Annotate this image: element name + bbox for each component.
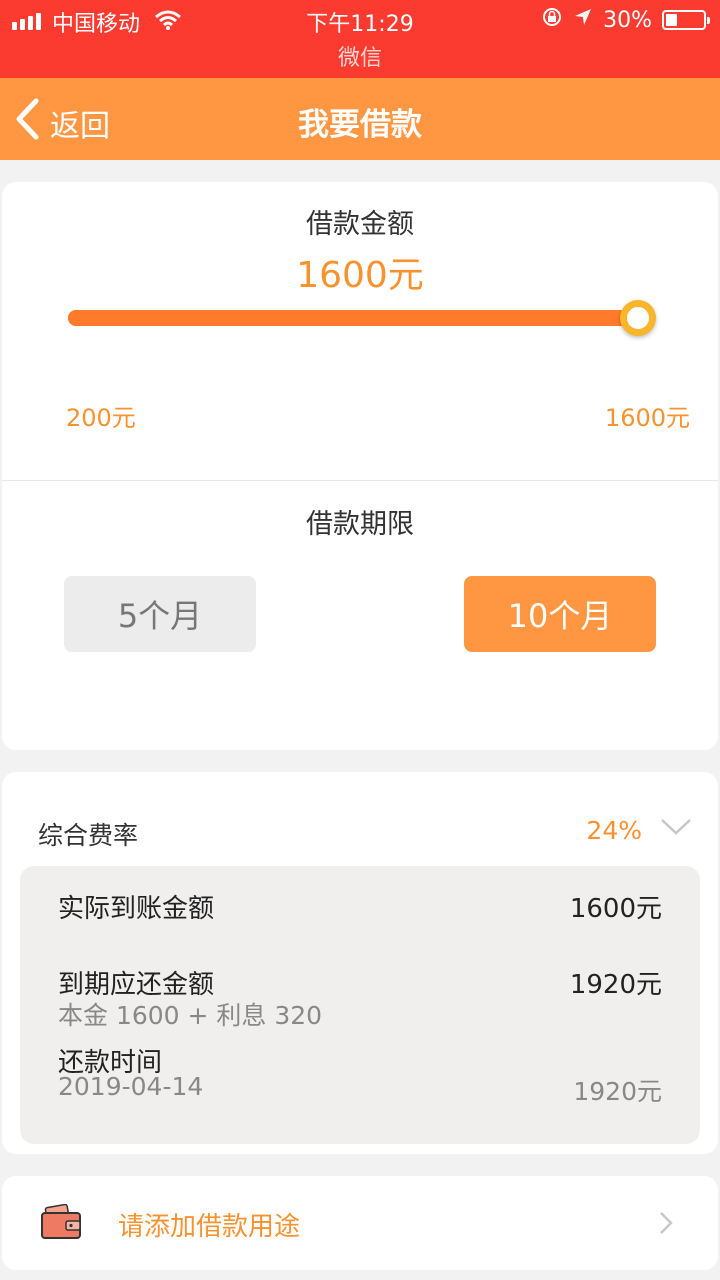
received-amount-label: 实际到账金额 (58, 894, 215, 924)
repay-date: 2019-04-14 (58, 1072, 204, 1101)
rate-details-card: 综合费率 24% 实际到账金额 1600元 到期应还金额 1920元 本金 16… (2, 772, 718, 1154)
chevron-right-icon (658, 1210, 674, 1240)
repayment-details-box: 实际到账金额 1600元 到期应还金额 1920元 本金 1600 + 利息 3… (20, 866, 700, 1144)
rotation-lock-icon (541, 6, 563, 34)
loan-purpose-label: 请添加借款用途 (118, 1212, 301, 1242)
battery-percent: 30% (603, 7, 652, 33)
loan-config-card: 借款金额 1600元 200元 1600元 借款期限 5个月 10个月 (2, 182, 718, 750)
received-amount-value: 1600元 (569, 894, 662, 924)
chevron-down-icon[interactable] (660, 816, 692, 842)
battery-icon (662, 10, 710, 30)
rate-label: 综合费率 (38, 821, 139, 850)
loan-amount-value: 1600元 (296, 255, 424, 296)
location-icon (573, 7, 593, 33)
wallet-icon (40, 1203, 82, 1244)
slider-min-label: 200元 (66, 404, 136, 432)
app-subtitle: 微信 (337, 46, 382, 71)
status-bar: 中国移动 下午11:29 30% 微信 (0, 0, 720, 78)
loan-term-label: 借款期限 (306, 509, 414, 540)
loan-amount-label: 借款金额 (306, 209, 414, 240)
rate-value: 24% (586, 816, 642, 845)
amount-slider-track[interactable] (68, 310, 644, 326)
loan-purpose-row[interactable]: 请添加借款用途 (2, 1176, 718, 1270)
due-breakdown: 本金 1600 + 利息 320 (58, 1001, 323, 1030)
page-title: 我要借款 (298, 107, 422, 143)
term-5-months-button[interactable]: 5个月 (64, 576, 256, 652)
amount-slider-fill (68, 310, 644, 326)
nav-bar: 返回 我要借款 (0, 78, 720, 160)
amount-slider-handle[interactable] (620, 300, 656, 336)
slider-max-label: 1600元 (604, 404, 690, 432)
due-amount-value: 1920元 (569, 970, 662, 1000)
divider (2, 480, 718, 481)
term-10-months-button[interactable]: 10个月 (464, 576, 656, 652)
repay-amount: 1920元 (573, 1077, 662, 1106)
